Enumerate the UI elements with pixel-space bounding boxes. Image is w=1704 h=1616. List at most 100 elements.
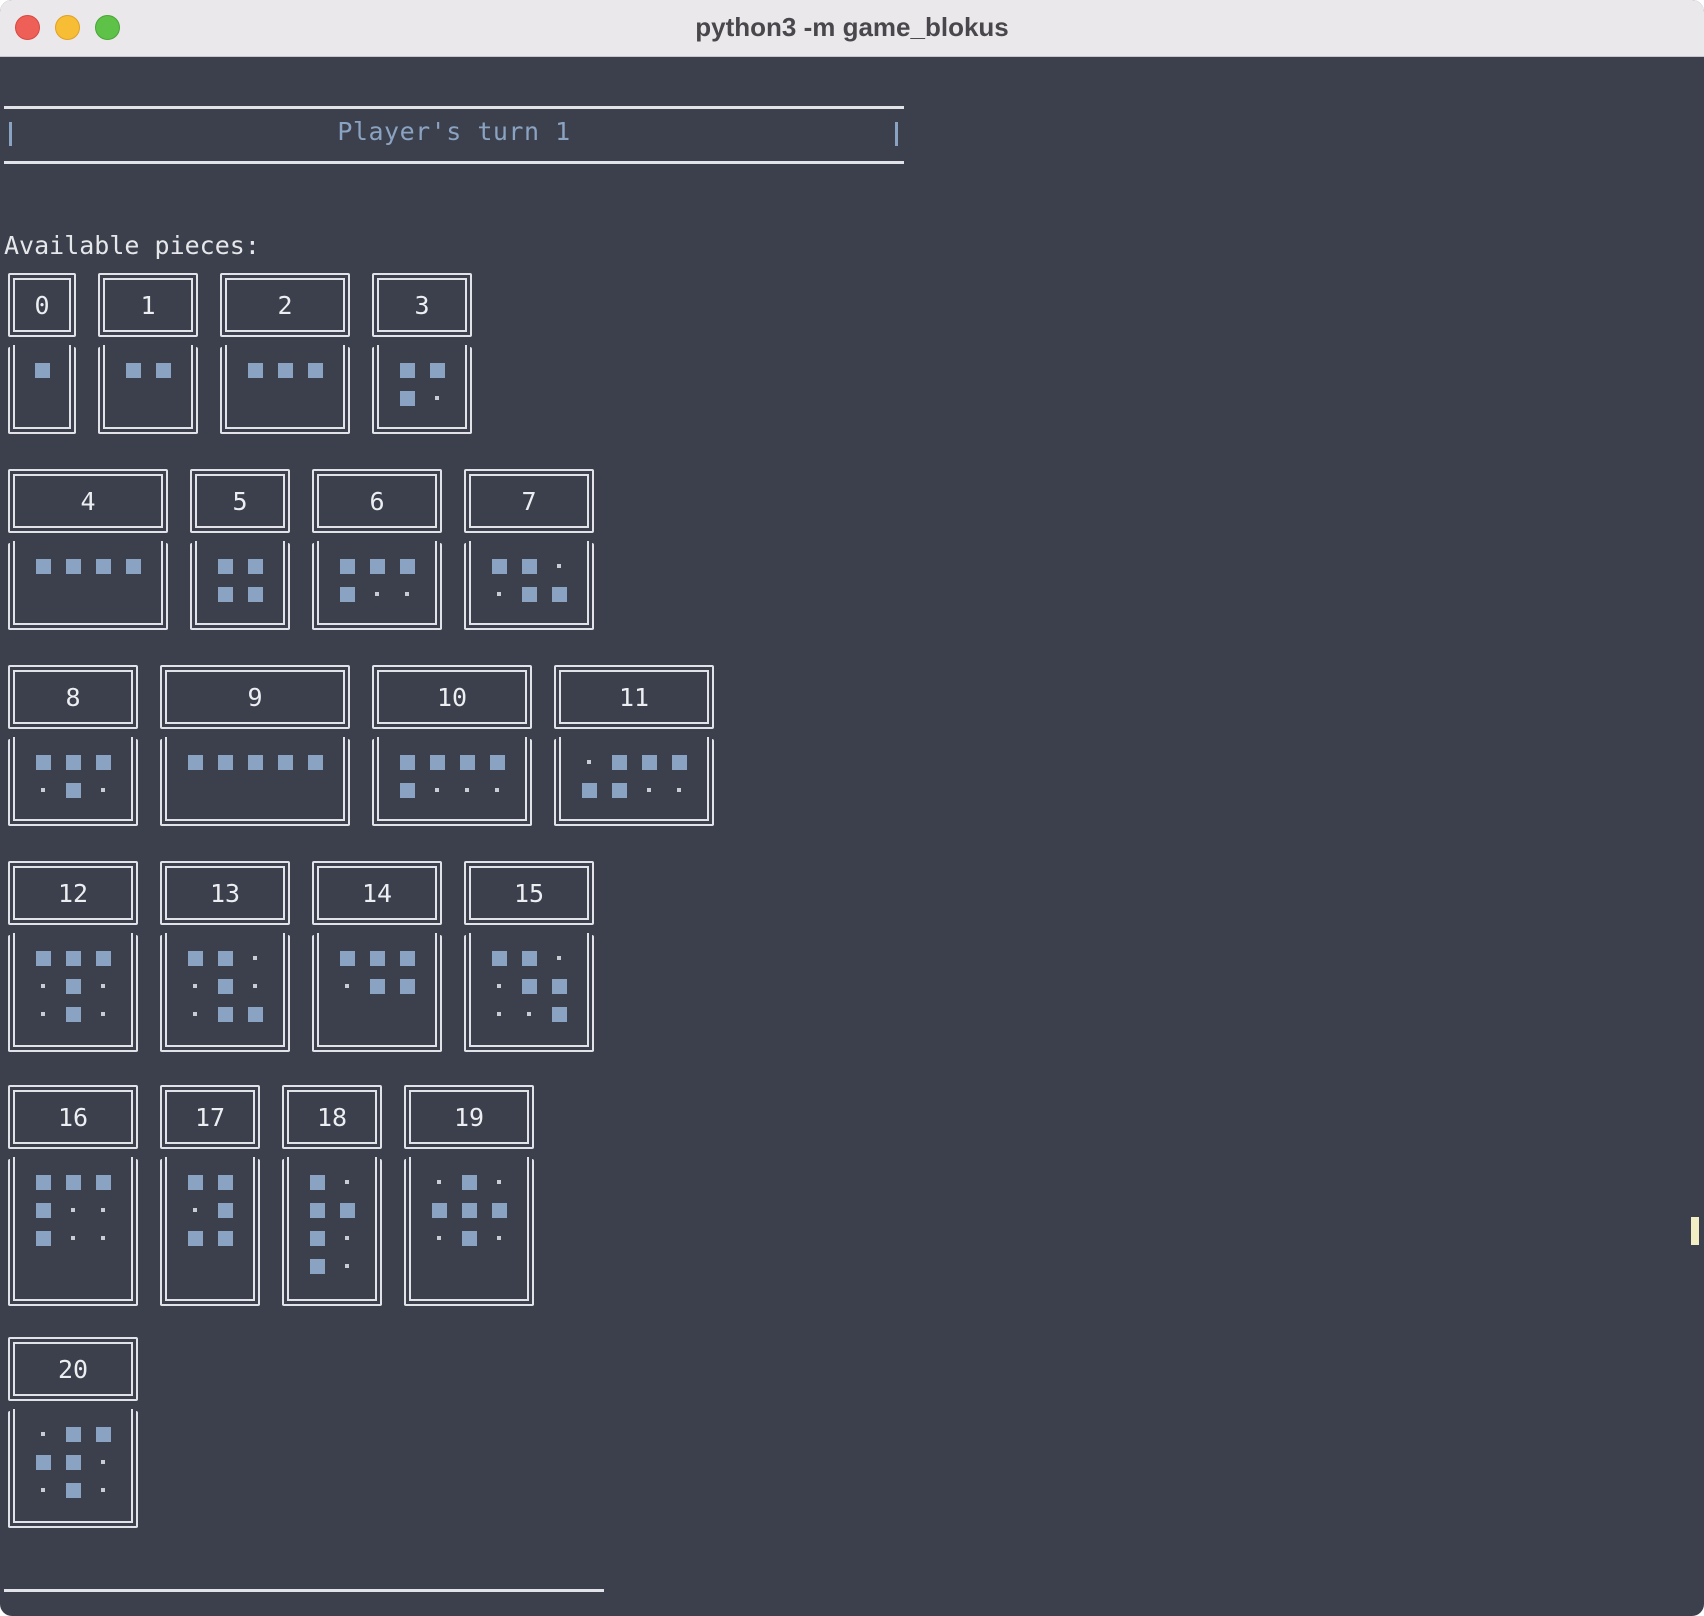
piece-cell-filled <box>247 586 263 602</box>
piece-number: 13 <box>209 878 241 908</box>
piece-cell-filled <box>369 558 385 574</box>
piece-number: 5 <box>232 486 248 516</box>
piece-cell-filled <box>65 1006 81 1022</box>
piece-cell-filled <box>65 1454 81 1470</box>
piece-5-label-box[interactable]: 5 <box>190 469 290 533</box>
bottom-rule <box>4 1589 604 1592</box>
available-pieces-label: Available pieces: <box>4 231 260 260</box>
piece-cell-empty <box>41 1012 45 1016</box>
piece-5-shape[interactable] <box>190 541 290 630</box>
title-bar: python3 -m game_blokus <box>0 0 1704 57</box>
terminal-window: python3 -m game_blokus Player's turn 1 A… <box>0 0 1704 1616</box>
piece-7-label-box[interactable]: 7 <box>464 469 594 533</box>
piece-11-shape[interactable] <box>554 737 714 826</box>
piece-cell-filled <box>65 978 81 994</box>
piece-cell-filled <box>369 950 385 966</box>
piece-cell-filled <box>429 362 445 378</box>
piece-cell-filled <box>35 558 51 574</box>
piece-number: 4 <box>80 486 96 516</box>
piece-cell-empty <box>677 788 681 792</box>
piece-8-label-box[interactable]: 8 <box>8 665 138 729</box>
piece-1-shape[interactable] <box>98 345 198 434</box>
piece-2-label-box[interactable]: 2 <box>220 273 350 337</box>
piece-15-label-box[interactable]: 15 <box>464 861 594 925</box>
piece-4-shape[interactable] <box>8 541 168 630</box>
piece-2-shape[interactable] <box>220 345 350 434</box>
piece-10-shape[interactable] <box>372 737 532 826</box>
piece-cell-filled <box>65 1426 81 1442</box>
piece-number: 14 <box>361 878 393 908</box>
piece-cell-filled <box>35 950 51 966</box>
piece-cell-filled <box>399 390 415 406</box>
piece-9-shape[interactable] <box>160 737 350 826</box>
piece-16-label-box[interactable]: 16 <box>8 1085 138 1149</box>
piece-cell-filled <box>187 1230 203 1246</box>
piece-cell-filled <box>125 558 141 574</box>
piece-cell-empty <box>557 564 561 568</box>
piece-cell-filled <box>95 558 111 574</box>
piece-cell-empty <box>527 1012 531 1016</box>
piece-number: 2 <box>277 290 293 320</box>
piece-cell-filled <box>521 586 537 602</box>
piece-cell-empty <box>647 788 651 792</box>
piece-20-label-box[interactable]: 20 <box>8 1337 138 1401</box>
piece-18-shape[interactable] <box>282 1157 382 1306</box>
piece-17-label-box[interactable]: 17 <box>160 1085 260 1149</box>
piece-cell-empty <box>375 592 379 596</box>
piece-4-label-box[interactable]: 4 <box>8 469 168 533</box>
piece-9-label-box[interactable]: 9 <box>160 665 350 729</box>
piece-number: 9 <box>247 682 263 712</box>
piece-cell-filled <box>35 754 51 770</box>
piece-cell-filled <box>187 1174 203 1190</box>
piece-cell-filled <box>307 362 323 378</box>
piece-cell-filled <box>491 558 507 574</box>
piece-cell-filled <box>187 754 203 770</box>
piece-cell-filled <box>581 782 597 798</box>
piece-cell-filled <box>491 1202 507 1218</box>
piece-18-label-box[interactable]: 18 <box>282 1085 382 1149</box>
terminal-content: Player's turn 1 Available pieces: 012345… <box>0 57 1704 1616</box>
piece-cell-empty <box>101 1236 105 1240</box>
piece-cell-empty <box>345 984 349 988</box>
piece-cell-filled <box>95 950 111 966</box>
piece-cell-filled <box>277 754 293 770</box>
piece-cell-filled <box>217 1230 233 1246</box>
piece-10-label-box[interactable]: 10 <box>372 665 532 729</box>
piece-number: 17 <box>194 1102 226 1132</box>
piece-cell-filled <box>339 558 355 574</box>
piece-19-label-box[interactable]: 19 <box>404 1085 534 1149</box>
piece-cell-filled <box>429 754 445 770</box>
piece-cell-empty <box>405 592 409 596</box>
piece-cell-filled <box>399 782 415 798</box>
piece-cell-empty <box>101 1460 105 1464</box>
piece-number: 8 <box>65 682 81 712</box>
piece-0-label-box[interactable]: 0 <box>8 273 76 337</box>
piece-cell-filled <box>35 1202 51 1218</box>
banner-bottom-rule <box>4 161 904 164</box>
piece-cell-empty <box>101 788 105 792</box>
piece-13-label-box[interactable]: 13 <box>160 861 290 925</box>
piece-0-shape[interactable] <box>8 345 76 434</box>
piece-number: 20 <box>57 1354 89 1384</box>
piece-cell-filled <box>65 1174 81 1190</box>
turn-indicator: Player's turn 1 <box>337 117 571 146</box>
piece-number: 16 <box>57 1102 89 1132</box>
piece-3-label-box[interactable]: 3 <box>372 273 472 337</box>
piece-6-label-box[interactable]: 6 <box>312 469 442 533</box>
piece-17-shape[interactable] <box>160 1157 260 1306</box>
piece-number: 10 <box>436 682 468 712</box>
piece-cell-empty <box>437 1180 441 1184</box>
piece-14-label-box[interactable]: 14 <box>312 861 442 925</box>
piece-cell-empty <box>437 1236 441 1240</box>
piece-3-shape[interactable] <box>372 345 472 434</box>
piece-6-shape[interactable] <box>312 541 442 630</box>
piece-cell-filled <box>247 558 263 574</box>
piece-11-label-box[interactable]: 11 <box>554 665 714 729</box>
piece-cell-filled <box>35 1230 51 1246</box>
piece-number: 0 <box>34 290 50 320</box>
piece-number: 18 <box>316 1102 348 1132</box>
piece-1-label-box[interactable]: 1 <box>98 273 198 337</box>
piece-cell-filled <box>247 754 263 770</box>
piece-12-label-box[interactable]: 12 <box>8 861 138 925</box>
piece-cell-filled <box>369 978 385 994</box>
